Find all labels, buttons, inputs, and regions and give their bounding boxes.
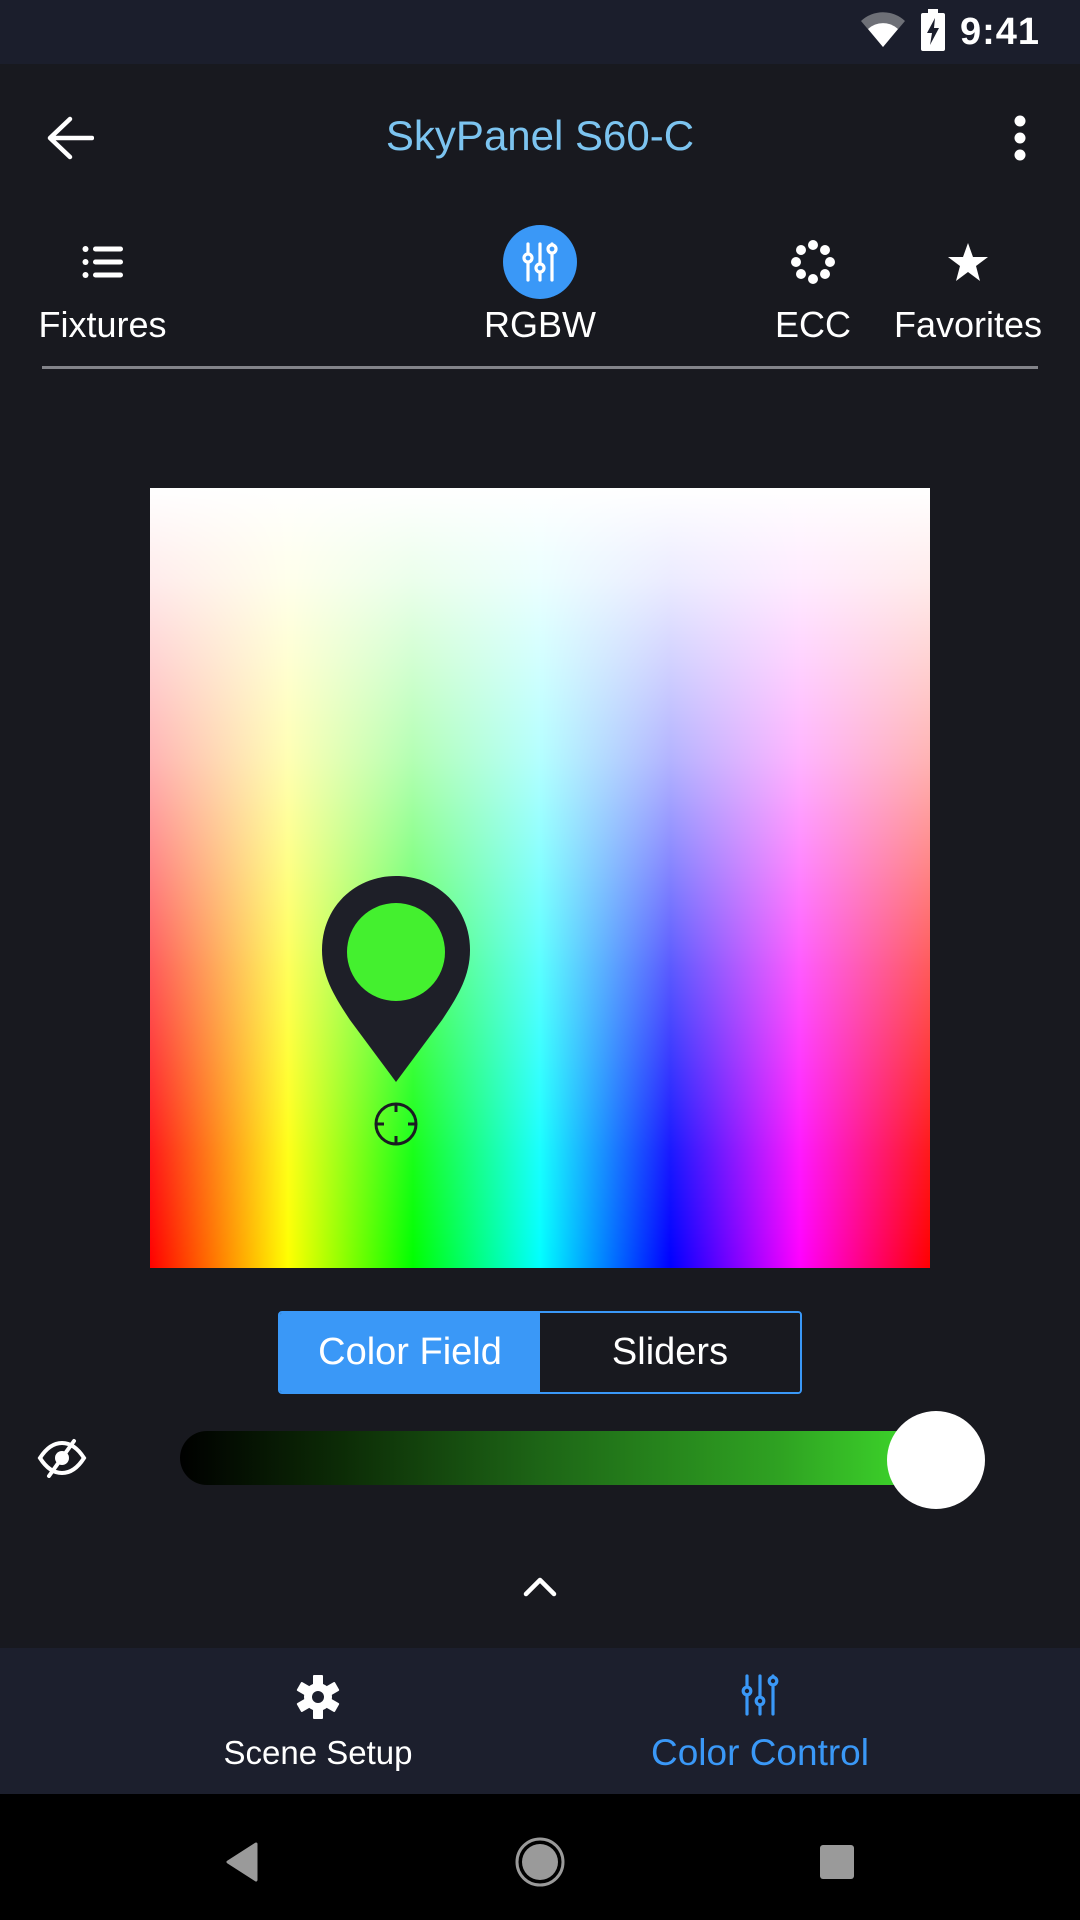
mode-toggle: Color Field Sliders [278, 1311, 802, 1394]
eye-off-icon [37, 1439, 87, 1478]
sliders-toggle[interactable]: Sliders [540, 1313, 800, 1392]
arrow-left-icon [47, 116, 94, 160]
map-pin-icon[interactable] [320, 874, 472, 1083]
back-button[interactable] [40, 108, 100, 168]
color-field[interactable] [150, 488, 930, 1268]
nav-label: Color Control [651, 1732, 869, 1773]
tabs-divider [42, 366, 1038, 369]
tab-favorites[interactable]: Favorites [888, 212, 1048, 346]
tab-fixtures[interactable]: Fixtures [30, 212, 175, 346]
tab-label: ECC [774, 304, 851, 345]
recents-square-icon [820, 1845, 854, 1879]
expand-button[interactable] [510, 1562, 570, 1610]
tab-label: Favorites [893, 304, 1043, 345]
tab-ecc[interactable]: ECC [768, 212, 858, 346]
active-tab-indicator [503, 225, 577, 299]
status-bar: 9:41 [0, 0, 1080, 64]
crosshair-icon [374, 1102, 418, 1146]
nav-color-control[interactable]: Color Control [630, 1648, 890, 1794]
star-icon [948, 243, 988, 281]
tab-label: Fixtures [38, 304, 167, 345]
nav-scene-setup[interactable]: Scene Setup [200, 1648, 436, 1794]
gear-icon [296, 1675, 340, 1719]
page-title-text: SkyPanel S60-C [385, 112, 695, 159]
sliders-icon [522, 242, 558, 282]
intensity-slider-track[interactable] [180, 1431, 980, 1485]
tab-label: RGBW [484, 304, 596, 345]
back-triangle-icon [226, 1842, 258, 1882]
dots-ring-icon [791, 240, 835, 284]
nav-label: Scene Setup [223, 1734, 413, 1771]
bottom-navigation: Scene Setup Color Control [0, 1648, 1080, 1794]
battery-charging-icon [920, 8, 946, 56]
color-field-toggle[interactable]: Color Field [280, 1313, 540, 1392]
app-bar: SkyPanel S60-C [0, 64, 1080, 212]
page-title: SkyPanel S60-C [0, 112, 1080, 160]
system-back-button[interactable] [202, 1822, 282, 1902]
intensity-slider-thumb[interactable] [887, 1411, 985, 1509]
selected-color-swatch [346, 903, 445, 1002]
sliders-icon [741, 1674, 779, 1716]
saturation-gradient [150, 488, 930, 1268]
system-home-button[interactable] [500, 1822, 580, 1902]
more-options-button[interactable] [990, 108, 1050, 168]
wifi-icon [860, 11, 906, 54]
chevron-up-icon [523, 1577, 557, 1597]
mode-tabs: Fixtures RGBW ECC Favorites [0, 212, 1080, 372]
more-vertical-icon [1014, 115, 1026, 161]
status-icons: 9:41 [860, 8, 1040, 56]
list-icon [82, 246, 123, 278]
status-time: 9:41 [959, 10, 1040, 53]
home-circle-icon [515, 1837, 565, 1887]
tab-rgbw[interactable]: RGBW [470, 212, 610, 346]
system-recents-button[interactable] [797, 1822, 877, 1902]
visibility-toggle-button[interactable] [36, 1434, 88, 1482]
system-navigation-bar [0, 1794, 1080, 1920]
